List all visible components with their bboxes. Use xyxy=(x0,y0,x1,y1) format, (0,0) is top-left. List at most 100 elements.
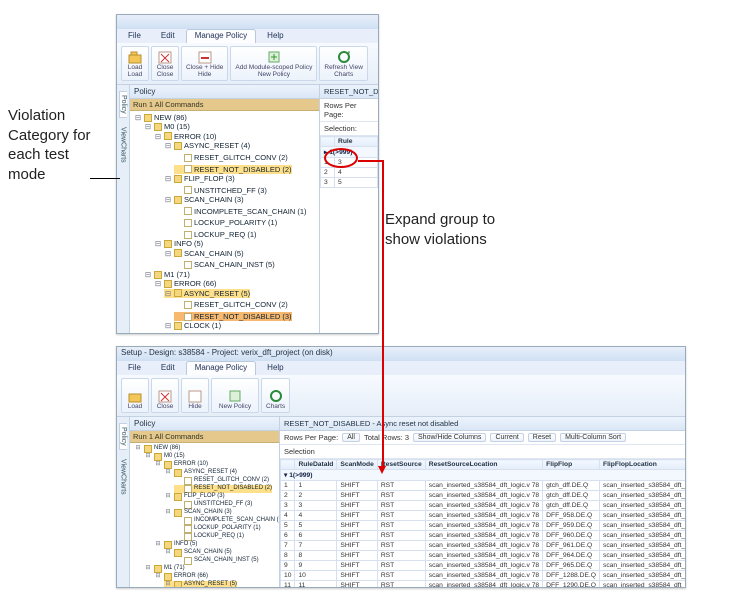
reset-button[interactable]: Reset xyxy=(528,433,556,442)
tree-node[interactable]: ⊟ASYNC_RESET (5) xyxy=(164,289,250,298)
ribbon-add-bot[interactable]: New Policy xyxy=(211,378,259,413)
folder-icon xyxy=(164,461,172,469)
ribbon-load[interactable]: Load Load xyxy=(121,46,149,81)
tree-node-label: CLOCK (1) xyxy=(184,321,221,330)
table-row[interactable]: 35 xyxy=(321,178,378,188)
tree-subtitle-bot[interactable]: Run 1 All Commands xyxy=(130,431,279,443)
menu-help-bot[interactable]: Help xyxy=(258,361,292,375)
tree-node[interactable]: LOCKUP_REQ (1) xyxy=(174,533,244,541)
menu-edit-bot[interactable]: Edit xyxy=(152,361,184,375)
table-row[interactable]: 1111SHIFTRSTscan_inserted_s38584_dft_log… xyxy=(281,581,686,588)
table-row[interactable]: 22SHIFTRSTscan_inserted_s38584_dft_logic… xyxy=(281,491,686,501)
current-button[interactable]: Current xyxy=(490,433,523,442)
tree-node[interactable]: ⊟M0 (15) xyxy=(144,453,185,461)
tree-node-label: LOCKUP_REQ (1) xyxy=(194,230,257,239)
table-row[interactable]: 44SHIFTRSTscan_inserted_s38584_dft_logic… xyxy=(281,511,686,521)
ribbon-hide[interactable]: Close + Hide Hide xyxy=(181,46,228,81)
red-arrow-head-icon xyxy=(378,466,386,474)
ribbon-close-bot[interactable]: Close xyxy=(151,378,179,413)
table-row[interactable]: 11SHIFTRSTscan_inserted_s38584_dft_logic… xyxy=(281,481,686,491)
tree-node[interactable]: ⊟CLOCK (1) xyxy=(164,321,221,330)
ribbon-lbl: Hide xyxy=(198,72,211,79)
policy-tree-bot[interactable]: ⊟NEW (86) ⊟M0 (15) ⊟ERROR (10) ⊟ASYNC_RE… xyxy=(130,443,279,587)
menu-file-bot[interactable]: File xyxy=(119,361,150,375)
tree-node[interactable]: ⊟SCAN_CHAIN (3) xyxy=(164,509,232,517)
sidetab-viewcharts-bot[interactable]: ViewCharts xyxy=(120,456,127,498)
ribbon-refresh[interactable]: Refresh View Charts xyxy=(319,46,368,81)
tree-node[interactable]: ⊟SCAN_CHAIN (5) xyxy=(164,249,244,258)
tree-node[interactable]: ⊟ASYNC_RESET (4) xyxy=(164,469,237,477)
table-row[interactable]: 24 xyxy=(321,168,378,178)
tree-node[interactable]: ⊟ASYNC_RESET (5) xyxy=(164,581,237,587)
ribbon-load-bot[interactable]: Load xyxy=(121,378,149,413)
ribbon-hide-bot[interactable]: Hide xyxy=(181,378,209,413)
tree-node-label: SCAN_CHAIN (3) xyxy=(184,509,232,517)
col-header[interactable]: ScanMode xyxy=(337,460,377,470)
tree-node[interactable]: LOCKUP_REQ (1) xyxy=(174,230,257,239)
tree-node[interactable]: ⊟INFO (5) xyxy=(154,239,203,248)
multisort-button[interactable]: Multi-Column Sort xyxy=(560,433,626,442)
sidetab-policy[interactable]: Policy xyxy=(119,91,127,118)
col-header[interactable]: RuleDataId xyxy=(295,460,337,470)
menu-manage-policy[interactable]: Manage Policy xyxy=(186,29,256,43)
showhide-cols-button[interactable]: Show/Hide Columns xyxy=(413,433,486,442)
col-header[interactable]: ResetSourceLocation xyxy=(425,460,542,470)
tree-node[interactable]: INCOMPLETE_SCAN_CHAIN (1) xyxy=(174,207,307,216)
menu-manage-bot[interactable]: Manage Policy xyxy=(186,361,256,375)
tree-node[interactable]: RESET_GLITCH_CONV (2) xyxy=(174,477,269,485)
group-row-expanded[interactable]: ▾ 1(>999) xyxy=(281,470,686,481)
rows-all-button[interactable]: All xyxy=(342,433,360,442)
ribbon-refresh-bot[interactable]: Charts xyxy=(261,378,290,413)
table-row[interactable]: 55SHIFTRSTscan_inserted_s38584_dft_logic… xyxy=(281,521,686,531)
grid-bot[interactable]: RuleDataIdScanModeResetSourceResetSource… xyxy=(280,459,685,587)
tree-node[interactable]: ⊟FLIP_FLOP (3) xyxy=(164,493,225,501)
tree-node[interactable]: ⊟ERROR (10) xyxy=(154,132,217,141)
tree-node[interactable]: ⊟ERROR (66) xyxy=(154,573,208,581)
table-row[interactable]: 77SHIFTRSTscan_inserted_s38584_dft_logic… xyxy=(281,541,686,551)
menu-help[interactable]: Help xyxy=(258,29,292,43)
tree-node[interactable]: ⊟ERROR (66) xyxy=(154,279,217,288)
table-row[interactable]: 1010SHIFTRSTscan_inserted_s38584_dft_log… xyxy=(281,571,686,581)
col-header[interactable]: FlipFlop xyxy=(543,460,600,470)
tree-node[interactable]: ⊟M1 (71) xyxy=(144,270,190,279)
tree-node[interactable]: ⊟M1 (71) xyxy=(144,565,185,573)
tree-node[interactable]: LOCKUP_POLARITY (1) xyxy=(174,525,261,533)
tree-node[interactable]: UNSTITCHED_FF (3) xyxy=(174,501,252,509)
sidetab-viewcharts[interactable]: ViewCharts xyxy=(120,124,127,166)
tree-node[interactable]: ⊟INFO (5) xyxy=(154,541,197,549)
ribbon-add-module[interactable]: Add Module-scoped Policy New Policy xyxy=(230,46,317,81)
col-header[interactable]: FlipFlopLocation xyxy=(599,460,685,470)
menu-edit[interactable]: Edit xyxy=(152,29,184,43)
tree-node[interactable]: RESET_NOT_DISABLED (2) xyxy=(174,485,272,493)
tree-node[interactable]: UNSTITCHED_FF (3) xyxy=(174,186,267,195)
tree-node[interactable]: ⊟FLIP_FLOP (3) xyxy=(164,174,235,183)
table-row[interactable]: 66SHIFTRSTscan_inserted_s38584_dft_logic… xyxy=(281,531,686,541)
tree-node[interactable]: ⊟M0 (15) xyxy=(144,122,190,131)
tree-node[interactable]: SCAN_CHAIN_INST (5) xyxy=(174,557,259,565)
tree-node[interactable]: ⊟SCAN_CHAIN (5) xyxy=(164,549,232,557)
tree-node[interactable]: ⊟ASYNC_RESET (4) xyxy=(164,141,250,150)
tree-subtitle[interactable]: Run 1 All Commands xyxy=(130,99,319,111)
tree-node[interactable]: ⊟ERROR (10) xyxy=(154,461,208,469)
policy-tree[interactable]: ⊟NEW (86) ⊟M0 (15) ⊟ERROR (10) ⊟ASYNC_RE… xyxy=(130,111,319,333)
col-header[interactable] xyxy=(281,460,295,470)
tree-node[interactable]: ⊟NEW (86) xyxy=(134,445,180,453)
sidetab-policy-bot[interactable]: Policy xyxy=(119,423,127,450)
table-row[interactable]: 88SHIFTRSTscan_inserted_s38584_dft_logic… xyxy=(281,551,686,561)
tree-node-label: ERROR (66) xyxy=(174,279,217,288)
tree-node[interactable]: INCOMPLETE_SCAN_CHAIN (1) xyxy=(174,517,279,525)
ribbon-close[interactable]: Close Close xyxy=(151,46,179,81)
tree-node[interactable]: ⊟SCAN_CHAIN (3) xyxy=(164,195,244,204)
table-row[interactable]: 33SHIFTRSTscan_inserted_s38584_dft_logic… xyxy=(281,501,686,511)
tree-node[interactable]: RESET_NOT_DISABLED (2) xyxy=(174,165,292,174)
menu-file[interactable]: File xyxy=(119,29,150,43)
folder-icon xyxy=(174,581,182,587)
tree-node[interactable]: RESET_GLITCH_CONV (2) xyxy=(174,300,288,309)
table-row[interactable]: 99SHIFTRSTscan_inserted_s38584_dft_logic… xyxy=(281,561,686,571)
tree-node[interactable]: SCAN_CHAIN_INST (5) xyxy=(174,260,275,269)
tree-node[interactable]: LOCKUP_POLARITY (1) xyxy=(174,218,277,227)
violations-table-bot[interactable]: RuleDataIdScanModeResetSourceResetSource… xyxy=(280,459,685,587)
tree-node[interactable]: ⊟NEW (86) xyxy=(134,113,187,122)
tree-node[interactable]: RESET_NOT_DISABLED (3) xyxy=(174,312,292,321)
tree-node[interactable]: RESET_GLITCH_CONV (2) xyxy=(174,153,288,162)
